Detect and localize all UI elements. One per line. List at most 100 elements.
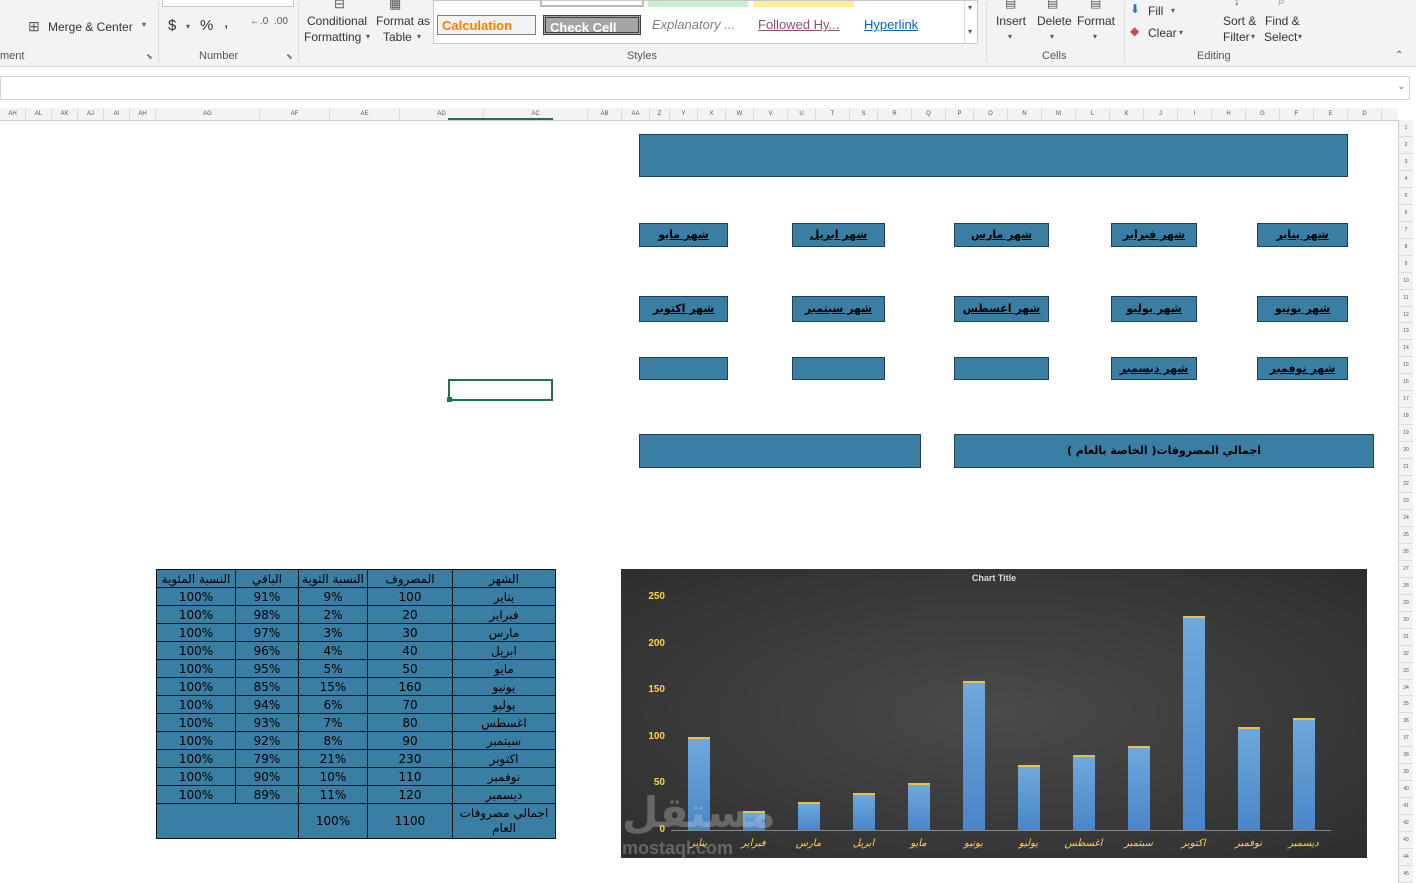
row-header[interactable]: 44: [1399, 849, 1413, 867]
row-header[interactable]: 21: [1399, 459, 1413, 477]
dialog-launcher-icon[interactable]: ⬊: [286, 52, 293, 61]
table-cell[interactable]: 100%: [156, 695, 236, 714]
row-header[interactable]: 20: [1399, 442, 1413, 460]
column-header[interactable]: G: [1246, 108, 1280, 120]
table-cell[interactable]: يوليو: [452, 695, 556, 714]
month-button-jan[interactable]: شهر يناير: [1257, 223, 1348, 247]
table-cell[interactable]: 100%: [156, 785, 236, 804]
row-header[interactable]: 1: [1399, 120, 1413, 137]
chart-bar[interactable]: [1182, 615, 1205, 830]
row-header[interactable]: 19: [1399, 425, 1413, 443]
gallery-more-icon[interactable]: ▾: [968, 27, 972, 36]
row-header[interactable]: 15: [1399, 357, 1413, 375]
percent-button[interactable]: %: [200, 17, 213, 34]
row-header[interactable]: 27: [1399, 561, 1413, 578]
table-cell[interactable]: 80: [367, 713, 453, 732]
header-cell[interactable]: المصروف: [367, 569, 453, 588]
column-header[interactable]: AH: [0, 108, 26, 120]
column-header[interactable]: AF: [260, 108, 330, 120]
chevron-down-icon[interactable]: ▾: [186, 22, 190, 31]
chart-bar[interactable]: [1292, 718, 1315, 830]
empty-button[interactable]: [639, 357, 728, 380]
decrease-decimal-icon[interactable]: .00: [274, 16, 288, 27]
expand-formula-bar-icon[interactable]: ⌄: [1397, 81, 1405, 92]
column-header[interactable]: K: [1110, 108, 1144, 120]
column-header[interactable]: AJ: [78, 108, 104, 120]
total-empty-cell[interactable]: [156, 803, 299, 839]
table-cell[interactable]: 90%: [235, 767, 299, 786]
column-header[interactable]: F: [1280, 108, 1314, 120]
month-button-jul[interactable]: شهر يوليو: [1111, 296, 1197, 322]
table-cell[interactable]: 91%: [235, 587, 299, 606]
table-cell[interactable]: 9%: [298, 587, 368, 606]
table-cell[interactable]: 100%: [156, 731, 236, 750]
column-header[interactable]: T: [816, 108, 850, 120]
column-header[interactable]: AL: [26, 108, 52, 120]
style-hyperlink[interactable]: Hyperlink: [860, 15, 960, 35]
column-header[interactable]: J: [1144, 108, 1178, 120]
row-header[interactable]: 33: [1399, 663, 1413, 680]
insert-button[interactable]: ▤ Insert ▾: [994, 0, 1030, 48]
chart-bar[interactable]: [1017, 764, 1040, 830]
row-header[interactable]: 35: [1399, 696, 1413, 714]
number-format-dropdown[interactable]: [162, 0, 294, 7]
column-header[interactable]: N: [1008, 108, 1042, 120]
chart-bar[interactable]: [797, 802, 820, 830]
style-explanatory[interactable]: Explanatory ...: [648, 15, 748, 35]
row-header[interactable]: 18: [1399, 408, 1413, 426]
table-cell[interactable]: 8%: [298, 731, 368, 750]
find-select-button[interactable]: ⌕ Find & Select ▾: [1264, 0, 1306, 48]
table-cell[interactable]: 15%: [298, 677, 368, 696]
table-cell[interactable]: ديسمبر: [452, 785, 556, 804]
chart-bar[interactable]: [1072, 755, 1095, 830]
comma-button[interactable]: ,: [224, 14, 228, 32]
chart-bar[interactable]: [1127, 746, 1150, 830]
column-header[interactable]: S: [850, 108, 878, 120]
column-header[interactable]: R: [878, 108, 912, 120]
row-header[interactable]: 38: [1399, 747, 1413, 765]
table-cell[interactable]: 79%: [235, 749, 299, 768]
table-cell[interactable]: يناير: [452, 587, 556, 606]
style-followed-hyperlink[interactable]: Followed Hy...: [754, 15, 854, 35]
table-cell[interactable]: 100%: [156, 641, 236, 660]
dialog-launcher-icon[interactable]: ⬊: [146, 52, 153, 61]
row-header[interactable]: 7: [1399, 222, 1413, 239]
column-header[interactable]: O: [974, 108, 1008, 120]
column-header[interactable]: U: [788, 108, 816, 120]
currency-button[interactable]: $: [168, 17, 176, 34]
table-cell[interactable]: 89%: [235, 785, 299, 804]
total-expenses-button[interactable]: اجمالي المصروفات( الخاصة بالعام ): [954, 434, 1374, 468]
table-cell[interactable]: مارس: [452, 623, 556, 642]
fill-handle[interactable]: [447, 397, 452, 402]
table-cell[interactable]: 3%: [298, 623, 368, 642]
month-button-jun[interactable]: شهر يونيو: [1257, 296, 1348, 322]
table-cell[interactable]: 100%: [156, 659, 236, 678]
column-header[interactable]: Y: [670, 108, 698, 120]
table-cell[interactable]: 21%: [298, 749, 368, 768]
merge-center-button[interactable]: ⊞ Merge & Center ▾: [28, 18, 152, 36]
month-button-nov[interactable]: شهر نوفمبر: [1257, 357, 1348, 380]
blank-total-button[interactable]: [639, 434, 921, 468]
column-header[interactable]: L: [1076, 108, 1110, 120]
row-header[interactable]: 11: [1399, 290, 1413, 307]
row-header[interactable]: 36: [1399, 713, 1413, 731]
column-header[interactable]: AG: [156, 108, 260, 120]
row-header[interactable]: 5: [1399, 188, 1413, 205]
month-button-dec[interactable]: شهر ديسمبر: [1111, 357, 1197, 380]
row-header[interactable]: 26: [1399, 544, 1413, 561]
table-cell[interactable]: 100%: [156, 623, 236, 642]
chart-bar[interactable]: [907, 783, 930, 830]
row-header[interactable]: 42: [1399, 815, 1413, 833]
formula-bar[interactable]: ⌄: [0, 76, 1410, 100]
row-header[interactable]: 28: [1399, 578, 1413, 595]
column-header[interactable]: AA: [622, 108, 650, 120]
month-button-apr[interactable]: شهر ابريل: [792, 223, 885, 247]
row-header[interactable]: 30: [1399, 612, 1413, 629]
table-cell[interactable]: 100%: [156, 605, 236, 624]
table-cell[interactable]: 4%: [298, 641, 368, 660]
table-cell[interactable]: 7%: [298, 713, 368, 732]
delete-button[interactable]: ▤ Delete ▾: [1035, 0, 1075, 48]
table-cell[interactable]: فبراير: [452, 605, 556, 624]
table-cell[interactable]: 30: [367, 623, 453, 642]
chart-bar[interactable]: [852, 792, 875, 830]
